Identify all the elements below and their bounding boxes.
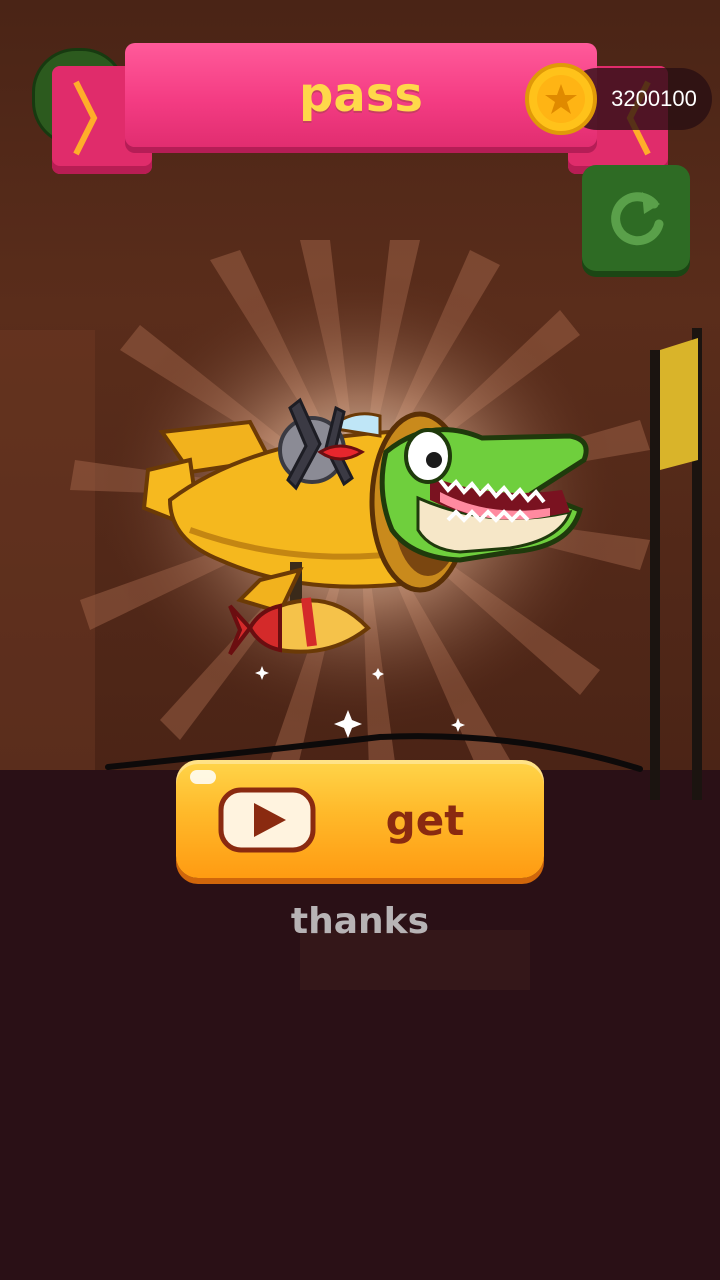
get-button-label[interactable]: get xyxy=(340,786,510,856)
button-gloss xyxy=(190,770,216,784)
restart-icon[interactable] xyxy=(604,184,670,250)
crocodile-plane-icon xyxy=(141,397,589,656)
coin-count: 3200100 xyxy=(611,86,697,111)
coin-star-icon xyxy=(525,63,597,135)
video-play-icon xyxy=(218,787,316,853)
thanks-link[interactable]: thanks xyxy=(260,892,460,952)
game-scene: pass 3200100 get thanks xyxy=(0,0,720,1280)
chevron-right-icon xyxy=(73,80,98,156)
